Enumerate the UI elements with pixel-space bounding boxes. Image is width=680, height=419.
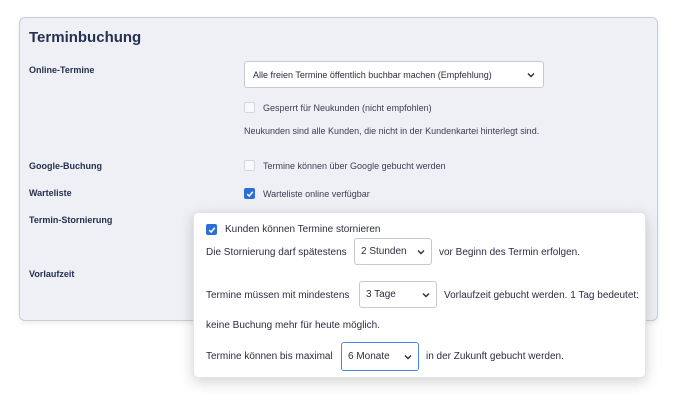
chevron-down-icon: [404, 353, 412, 361]
storno-prefix-text: Die Stornierung darf spätestens: [206, 247, 347, 258]
label-warteliste: Warteliste: [29, 188, 72, 198]
checkmark-icon: [208, 226, 215, 233]
max-prefix-text: Termine können bis maximal: [206, 351, 333, 362]
warteliste-checkbox[interactable]: [244, 188, 255, 199]
warteliste-label: Warteliste online verfügbar: [263, 188, 370, 199]
vorlauf-suffix-text: Vorlaufzeit gebucht werden. 1 Tag bedeut…: [444, 290, 639, 301]
checkmark-icon: [246, 190, 253, 197]
google-buchung-label: Termine können über Google gebucht werde…: [263, 160, 446, 171]
label-termin-stornierung: Termin-Stornierung: [29, 215, 113, 225]
max-suffix-text: in der Zukunft gebucht werden.: [426, 351, 564, 362]
warteliste-row[interactable]: Warteliste online verfügbar: [244, 188, 370, 199]
kunden-stornieren-checkbox[interactable]: [206, 224, 217, 235]
gesperrt-neukunden-label: Gesperrt für Neukunden (nicht empfohlen): [263, 102, 432, 113]
storno-suffix-text: vor Beginn des Termin erfolgen.: [439, 247, 581, 258]
kunden-stornieren-label: Kunden können Termine stornieren: [225, 224, 381, 235]
google-buchung-checkbox[interactable]: [244, 160, 255, 171]
online-termine-select[interactable]: Alle freien Termine öffentlich buchbar m…: [244, 61, 544, 88]
label-vorlaufzeit: Vorlaufzeit: [29, 269, 75, 279]
google-buchung-row[interactable]: Termine können über Google gebucht werde…: [244, 160, 446, 171]
neukunden-note: Neukunden sind alle Kunden, die nicht in…: [244, 126, 540, 136]
storno-frist-value: 2 Stunden: [361, 246, 407, 257]
vorlaufzeit-value: 3 Tage: [366, 289, 396, 300]
vorlaufzeit-select[interactable]: 3 Tage: [359, 281, 437, 308]
max-buchung-value: 6 Monate: [348, 351, 390, 362]
label-online-termine: Online-Termine: [29, 65, 95, 75]
chevron-down-icon: [422, 291, 430, 299]
vorlauf-note-text: keine Buchung mehr für heute möglich.: [206, 320, 380, 331]
chevron-down-icon: [527, 71, 535, 79]
max-buchung-select[interactable]: 6 Monate: [341, 342, 419, 371]
stornierung-popup: Kunden können Termine stornieren Die Sto…: [193, 212, 646, 378]
vorlauf-prefix-text: Termine müssen mit mindestens: [206, 290, 350, 301]
kunden-stornieren-row[interactable]: Kunden können Termine stornieren: [206, 224, 380, 235]
storno-frist-select[interactable]: 2 Stunden: [354, 238, 432, 265]
label-google-buchung: Google-Buchung: [29, 161, 102, 171]
gesperrt-neukunden-row[interactable]: Gesperrt für Neukunden (nicht empfohlen): [244, 102, 432, 113]
section-title: Terminbuchung: [29, 29, 142, 46]
gesperrt-neukunden-checkbox[interactable]: [244, 102, 255, 113]
online-termine-select-value: Alle freien Termine öffentlich buchbar m…: [253, 69, 492, 80]
chevron-down-icon: [417, 248, 425, 256]
